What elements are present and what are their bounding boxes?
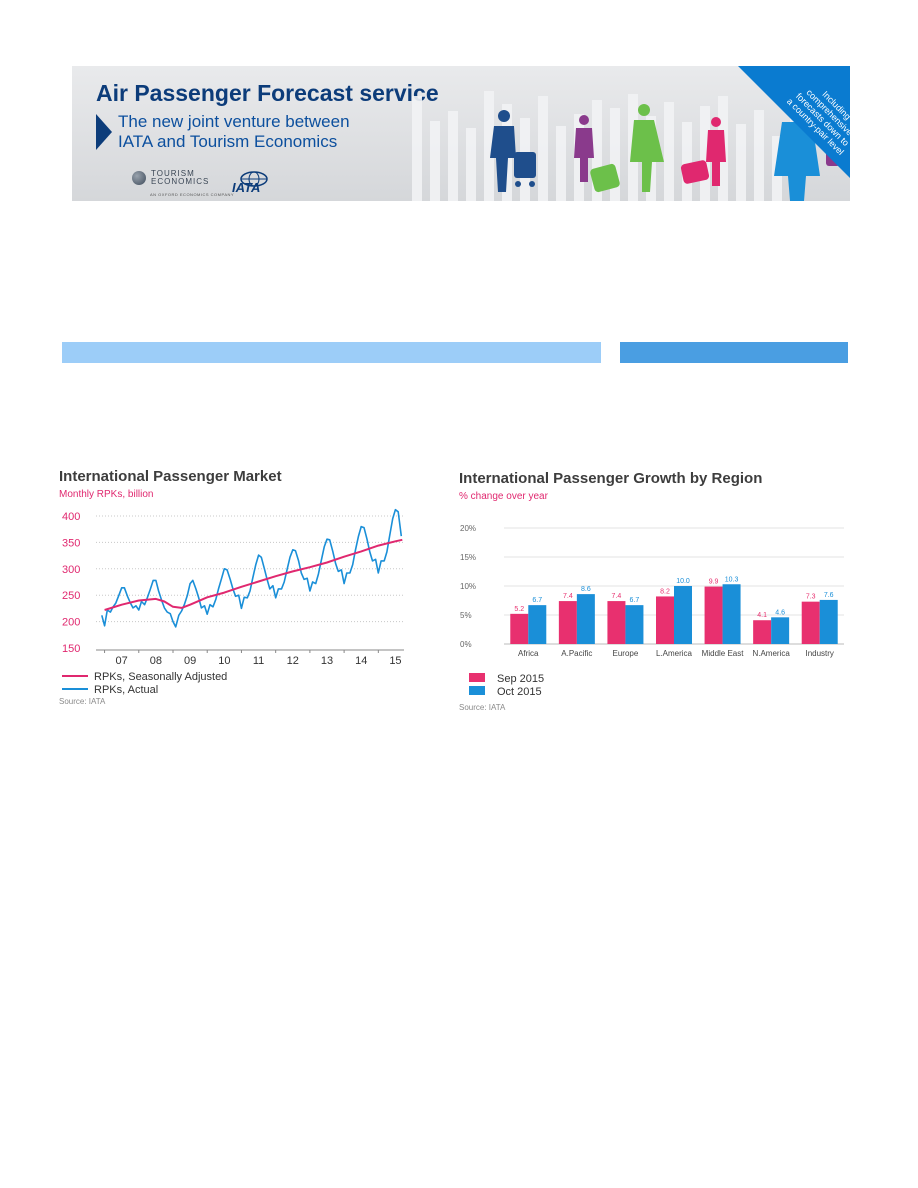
chart1-xtick-label: 11 [253,655,264,667]
chart2-bar-value-label: 6.7 [532,597,542,604]
chart2-bar [528,605,547,644]
promo-corner-ribbon: Including comprehensive forecasts down t… [738,66,850,178]
chart2-bar-value-label: 9.9 [709,579,719,586]
section-header-bar-left [62,342,601,363]
chart2-category-label: Africa [518,649,539,658]
chart1-subtitle: Monthly RPKs, billion [59,489,153,500]
chart2-legend-label: Oct 2015 [497,686,542,698]
chart2-source: Source: IATA [459,703,506,712]
chart2-category-label: Middle East [702,649,745,658]
banner-subtitle-line2: IATA and Tourism Economics [118,132,338,151]
chart1-ytick-label: 250 [62,590,80,602]
te-logo-line2: ECONOMICS [151,177,210,186]
chart1-xtick-label: 07 [116,655,128,667]
chart1-ytick-label: 150 [62,643,80,655]
chart2-legend-swatch [469,673,485,682]
banner-title: Air Passenger Forecast service [96,80,439,106]
chart2-bar-value-label: 10.3 [725,576,739,583]
chart1-legend-label: RPKs, Actual [94,684,158,696]
chart2-category-label: Industry [805,649,833,658]
chart2-bar-value-label: 7.6 [824,592,834,599]
chart2-ytick-label: 20% [460,524,476,533]
iata-logo: IATA [232,180,261,195]
chart2-ytick-label: 10% [460,582,476,591]
chart2-bar [704,586,723,644]
chart2-bar-value-label: 4.1 [757,612,767,619]
chart2-category-label: A.Pacific [561,649,592,658]
chart2-bar [722,584,741,644]
chart2-category-label: Europe [613,649,639,658]
chart2-bar-value-label: 7.4 [563,593,573,600]
chart2-bar [576,594,595,644]
chart2-bar-value-label: 8.2 [660,588,670,595]
chart2-bar [771,617,790,644]
chart1-xtick-label: 09 [184,655,196,667]
chart2-ytick-label: 0% [460,640,472,649]
chart2-subtitle: % change over year [459,491,549,502]
chart1-ytick-label: 400 [62,511,80,523]
tourism-economics-logo: TOURISM ECONOMICS [132,170,209,186]
chart2-bar [510,613,529,644]
chart1-xtick-label: 13 [321,655,333,667]
section-header-bar-right [620,342,848,363]
chart1-title: International Passenger Market [59,468,282,485]
globe-icon [132,171,146,185]
chart1-xtick-label: 14 [355,655,367,667]
banner-subtitle-line1: The new joint venture between [118,112,350,131]
te-logo-tagline: AN OXFORD ECONOMICS COMPANY [150,192,235,197]
chart1-xtick-label: 15 [389,655,401,667]
chart2-title: International Passenger Growth by Region [459,470,762,487]
chart2-bar-value-label: 6.7 [630,597,640,604]
chart2-category-label: L.America [656,649,693,658]
banner-subtitle: The new joint venture between IATA and T… [118,112,418,152]
chart1-series-line-1 [101,508,403,628]
chevron-right-icon [96,114,112,150]
chart2-bar [801,601,820,644]
chart2-bar [656,596,674,644]
chart1-ytick-label: 300 [62,564,80,576]
chart1-legend-label: RPKs, Seasonally Adjusted [94,671,227,683]
chart2-bar [558,601,577,644]
chart1-xtick-label: 10 [218,655,230,667]
chart2-bar [819,599,838,644]
chart2-bar [625,605,644,644]
chart2-bar-value-label: 5.2 [514,606,524,613]
chart2-bar [753,620,772,644]
chart2-bar-value-label: 7.3 [806,594,816,601]
chart1-ytick-label: 350 [62,537,80,549]
chart2-ytick-label: 15% [460,553,476,562]
chart1-xtick-label: 12 [287,655,299,667]
chart1-source: Source: IATA [59,697,106,706]
chart2-legend-swatch [469,686,485,695]
chart2-bar-value-label: 4.6 [775,609,785,616]
chart2-bar [607,601,626,644]
banner: Air Passenger Forecast service The new j… [72,66,850,201]
international-passenger-market-chart: International Passenger Market Monthly R… [59,468,404,706]
chart2-bar-value-label: 7.4 [612,593,622,600]
chart1-ytick-label: 200 [62,617,80,629]
chart2-bar [674,586,692,644]
chart2-bar-value-label: 8.6 [581,586,591,593]
chart1-xtick-label: 08 [150,655,162,667]
passenger-growth-by-region-chart: International Passenger Growth by Region… [459,470,844,712]
chart2-legend-label: Sep 2015 [497,673,544,685]
chart2-category-label: N.America [752,649,790,658]
chart2-bar-value-label: 10.0 [676,578,690,585]
chart2-ytick-label: 5% [460,611,472,620]
